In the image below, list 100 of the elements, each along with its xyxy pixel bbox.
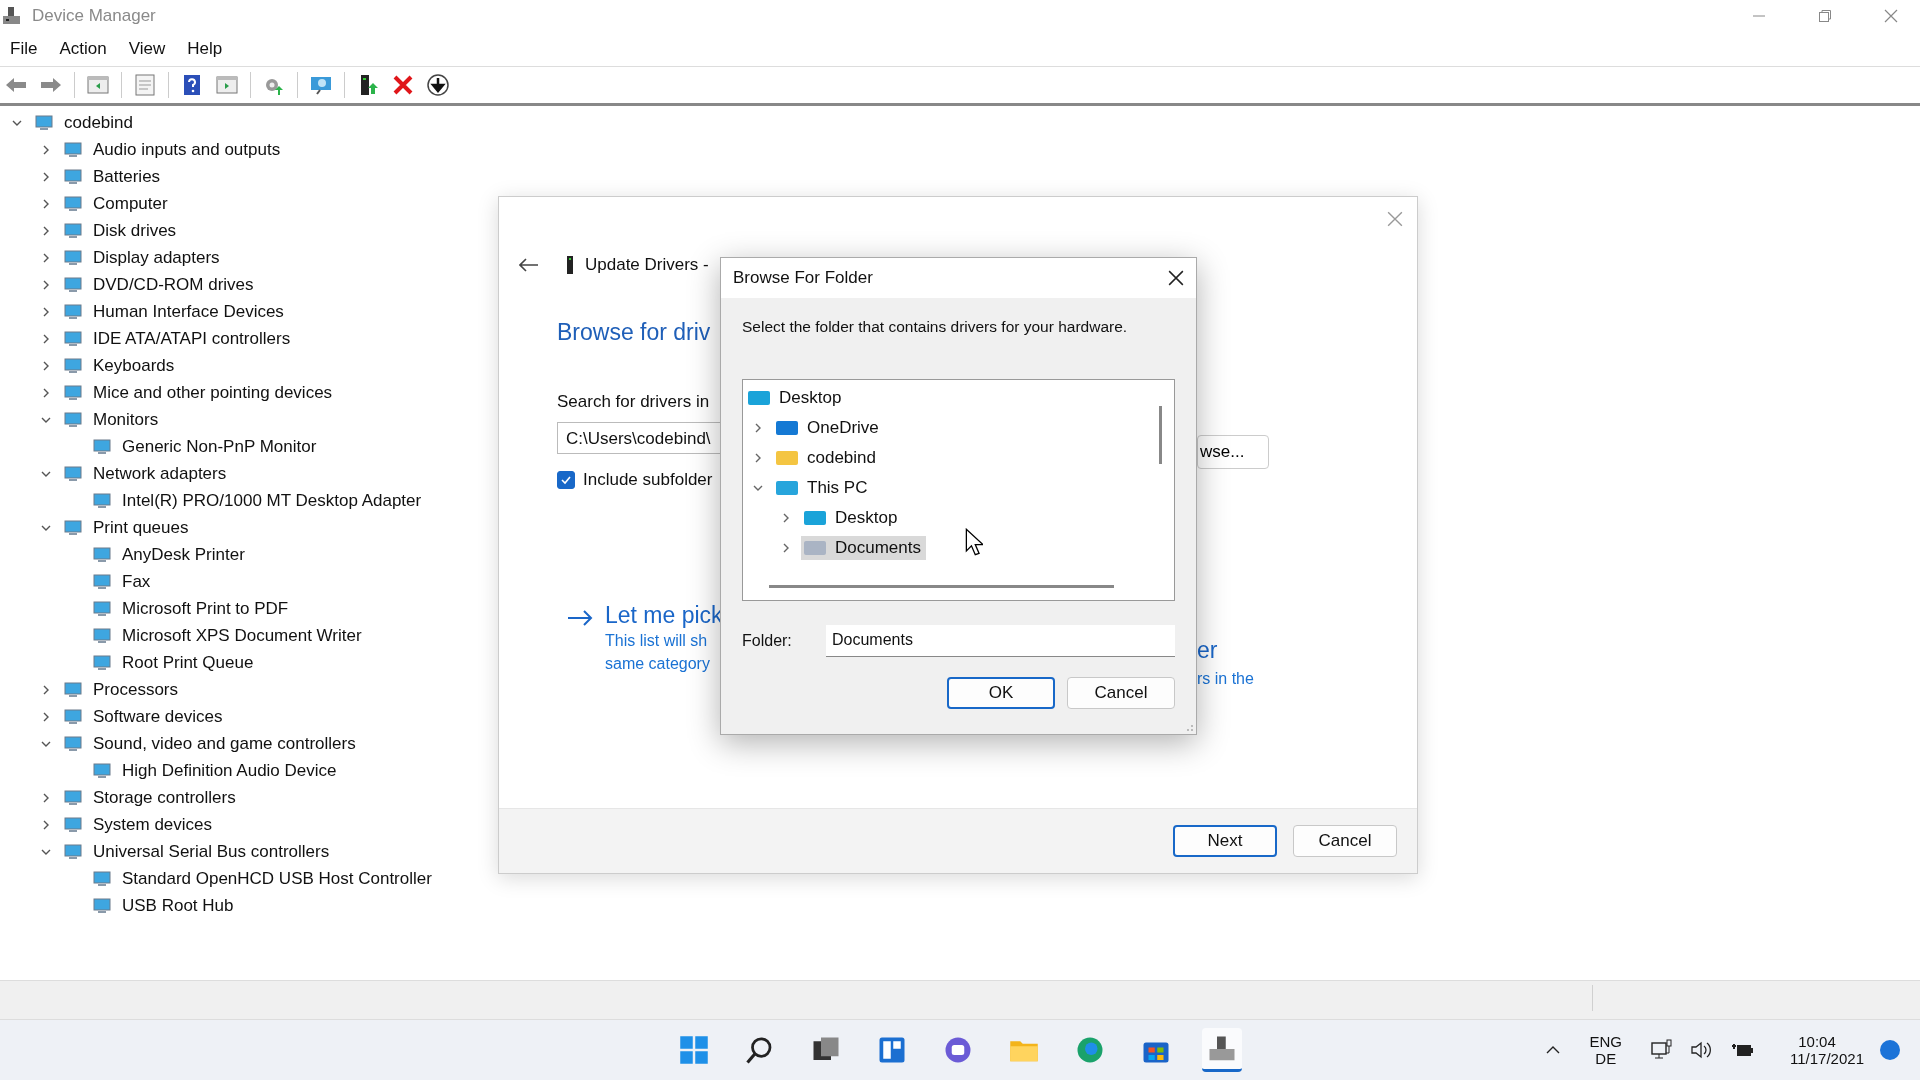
menu-item[interactable]: Help [187,39,223,59]
device-icon [63,517,83,538]
tree-item[interactable]: Keyboards [93,355,175,376]
tree-item[interactable]: Storage controllers [93,787,236,808]
tree-item[interactable]: Batteries [93,166,161,187]
device-icon [92,760,112,781]
tree-item[interactable]: USB Root Hub [122,895,234,916]
device-icon [63,301,83,322]
tree-item[interactable]: Software devices [93,706,223,727]
device-icon [63,247,83,268]
device-icon [92,436,112,457]
scrollbar-thumb[interactable] [1159,406,1162,464]
back-arrow-icon[interactable] [519,258,539,272]
path-field[interactable]: C:\Users\codebind\ [557,422,721,454]
folder-icon [775,448,799,468]
tree-item[interactable]: Sound, video and game controllers [93,733,356,754]
tree-item[interactable]: AnyDesk Printer [122,544,245,565]
folder-icon [803,508,827,528]
dialog-button[interactable]: Cancel [1067,677,1175,709]
tree-item[interactable]: Microsoft Print to PDF [122,598,289,619]
tree-item[interactable]: Fax [122,571,151,592]
pick-driver-link[interactable]: er [1197,637,1218,664]
device-manager-icon [2,6,22,26]
device-icon [63,679,83,700]
widgets-icon [877,1035,907,1065]
folder-field[interactable]: Documents [826,625,1175,657]
folder-item[interactable]: OneDrive [773,416,884,440]
tree-item[interactable]: Disk drives [93,220,177,241]
tree-item[interactable]: Mice and other pointing devices [93,382,333,403]
menu-item[interactable]: File [10,39,38,59]
tree-item[interactable]: Human Interface Devices [93,301,284,322]
dialog-button[interactable]: Next [1173,825,1277,857]
tree-item[interactable]: Network adapters [93,463,227,484]
device-icon [63,706,83,727]
device-icon [63,841,83,862]
dialog-button[interactable]: OK [947,677,1055,709]
device-icon [63,139,83,160]
tree-item[interactable]: Computer [93,193,168,214]
tree-item[interactable]: Microsoft XPS Document Writer [122,625,362,646]
tree-item[interactable]: DVD/CD-ROM drives [93,274,254,295]
menu-item[interactable]: Action [59,39,107,59]
folder-item[interactable]: Desktop [801,506,903,530]
network-icon[interactable] [1650,1038,1675,1062]
scrollbar-thumb[interactable] [769,585,1114,588]
tree-item[interactable]: Monitors [93,409,159,430]
folder-icon [747,388,771,408]
checkmark-icon [560,474,572,486]
dialog-title: Browse For Folder [733,268,873,288]
tree-item[interactable]: Print queues [93,517,189,538]
browse-button[interactable]: wse... [1197,435,1269,469]
folder-item[interactable]: This PC [773,476,873,500]
menu-item[interactable]: View [128,39,166,59]
taskbar-button[interactable] [1202,1028,1242,1072]
folder-icon [775,478,799,498]
device-icon [63,355,83,376]
tree-item[interactable]: Universal Serial Bus controllers [93,841,330,862]
tree-item[interactable]: Display adapters [93,247,220,268]
tree-item[interactable]: High Definition Audio Device [122,760,337,781]
folder-label: Folder: [742,632,793,650]
folder-item[interactable]: Desktop [745,386,847,410]
tree-item[interactable]: Generic Non-PnP Monitor [122,436,317,457]
browser-icon [1075,1035,1105,1065]
tree-item[interactable]: Intel(R) PRO/1000 MT Desktop Adapter [122,490,422,511]
device-icon [63,166,83,187]
right-arrow-icon [567,610,593,626]
resize-grip-icon[interactable] [1184,722,1194,732]
device-icon [92,652,112,673]
device-icon [63,274,83,295]
close-icon[interactable] [1168,270,1184,286]
tree-item[interactable]: Processors [93,679,179,700]
description-text: This list will sh [605,631,708,651]
device-icon [63,220,83,241]
dialog-button[interactable]: Cancel [1293,825,1397,857]
chevron-up-icon[interactable] [1545,1045,1560,1055]
folder-icon [775,418,799,438]
device-icon [63,814,83,835]
tree-item[interactable]: Standard OpenHCD USB Host Controller [122,868,432,889]
pick-driver-link[interactable]: Let me pick [605,602,723,629]
include-subfolders-checkbox[interactable] [557,471,575,489]
folder-icon [803,538,827,558]
tree-item[interactable]: codebind [64,112,133,133]
tree-item[interactable]: System devices [93,814,213,835]
usb-device-icon [565,255,575,275]
tree-item[interactable]: Audio inputs and outputs [93,139,281,160]
folder-item[interactable]: codebind [773,446,881,470]
tree-item[interactable]: Root Print Queue [122,652,254,673]
device-icon [92,571,112,592]
folder-item[interactable]: Documents [801,536,926,560]
clock[interactable]: 10:04 11/17/2021 [1790,1033,1864,1067]
tree-item[interactable]: IDE ATA/ATAPI controllers [93,328,291,349]
disable-icon[interactable] [426,73,450,97]
dialog-title: Update Drivers - [585,255,709,275]
start-icon [679,1035,709,1065]
mouse-cursor-icon [965,528,983,556]
device-icon [92,868,112,889]
uninstall-icon[interactable] [391,73,415,97]
restore-icon[interactable] [1818,9,1832,23]
language-indicator[interactable]: ENG DE [1589,1033,1623,1067]
notification-icon[interactable] [1880,1040,1900,1060]
device-icon [92,598,112,619]
